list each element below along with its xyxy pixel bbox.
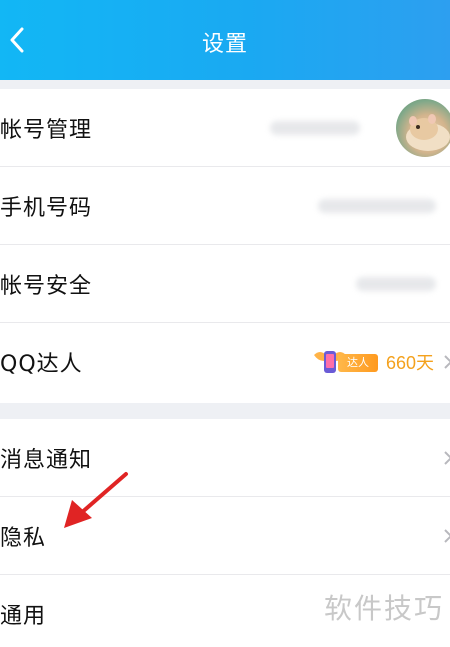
red-arrow-annotation — [64, 472, 128, 528]
general-label: 通用 — [0, 604, 47, 629]
chevron-right-icon — [444, 528, 450, 543]
account-management-label: 帐号管理 — [0, 117, 93, 143]
account-management-row[interactable]: 帐号管理 — [0, 89, 450, 167]
phone-number-label: 手机号码 — [0, 195, 93, 221]
qq-talent-label: QQ达人 — [0, 352, 83, 377]
qq-talent-row[interactable]: QQ达人 达人 660天 — [0, 323, 450, 401]
page-title: 设置 — [201, 32, 248, 57]
hamster-avatar-icon — [406, 113, 450, 151]
talent-days: 660天 — [385, 353, 434, 373]
account-settings-group: 帐号管理 手机号码 帐号安全 QQ达人 达人 660天 — [0, 89, 450, 403]
message-notification-label: 消息通知 — [0, 447, 93, 473]
watermark: 软件技巧 — [323, 592, 444, 625]
blurred-phone-number — [318, 198, 436, 213]
talent-badge-label: 达人 — [337, 354, 378, 372]
avatar — [396, 98, 450, 157]
phone-number-row[interactable]: 手机号码 — [0, 167, 450, 245]
talent-info: 达人 660天 — [312, 347, 434, 377]
blurred-nickname — [270, 120, 360, 135]
chevron-right-icon — [444, 450, 450, 465]
privacy-label: 隐私 — [0, 525, 47, 551]
account-security-label: 帐号安全 — [0, 273, 93, 299]
settings-screen: 设置 帐号管理 手机号码 帐号安全 QQ达人 达人 660天 消息通知 隐私 通… — [0, 0, 450, 647]
account-security-row[interactable]: 帐号安全 — [0, 245, 450, 323]
talent-badge: 达人 — [312, 347, 380, 377]
title-bar: 设置 — [0, 0, 450, 80]
blurred-security-status — [356, 276, 436, 291]
chevron-right-icon — [444, 355, 450, 369]
